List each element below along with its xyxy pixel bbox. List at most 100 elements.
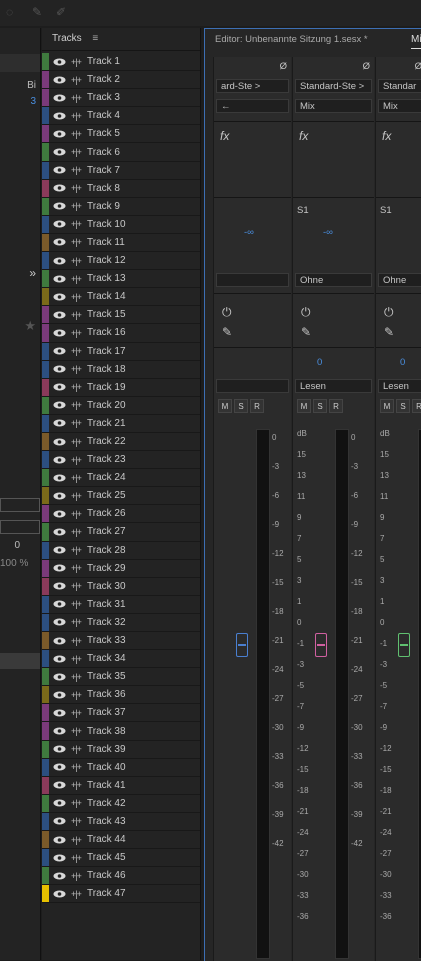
solo-button[interactable]: S (234, 399, 248, 413)
eye-icon[interactable] (53, 709, 66, 717)
track-row[interactable]: +|+ Track 44 (42, 831, 200, 850)
track-row[interactable]: +|+ Track 13 (42, 270, 200, 289)
solo-button[interactable]: S (396, 399, 410, 413)
output-dropdown[interactable]: Mix (378, 99, 421, 113)
hamburger-icon[interactable]: ≡ (92, 33, 98, 44)
left-panel-field[interactable] (0, 54, 40, 72)
track-row[interactable]: +|+ Track 16 (42, 324, 200, 343)
track-row[interactable]: +|+ Track 18 (42, 360, 200, 379)
track-row[interactable]: +|+ Track 41 (42, 776, 200, 795)
eye-icon[interactable] (53, 257, 66, 265)
track-row[interactable]: +|+ Track 30 (42, 577, 200, 596)
editor-tab-title[interactable]: Editor: Unbenannte Sitzung 1.sesx * (215, 34, 368, 45)
eye-icon[interactable] (53, 311, 66, 319)
eye-icon[interactable] (53, 546, 66, 554)
track-row[interactable]: +|+ Track 27 (42, 523, 200, 542)
pencil-icon[interactable]: ✎ (384, 325, 394, 339)
eye-icon[interactable] (53, 148, 66, 156)
eye-icon[interactable] (53, 456, 66, 464)
track-row[interactable]: +|+ Track 14 (42, 288, 200, 307)
track-row[interactable]: +|+ Track 40 (42, 758, 200, 777)
eye-icon[interactable] (53, 220, 66, 228)
eye-icon[interactable] (53, 202, 66, 210)
left-panel-selected-row[interactable] (0, 653, 40, 669)
track-row[interactable]: +|+ Track 20 (42, 396, 200, 415)
eye-icon[interactable] (53, 58, 66, 66)
track-row[interactable]: +|+ Track 4 (42, 107, 200, 126)
eye-icon[interactable] (53, 763, 66, 771)
track-row[interactable]: +|+ Track 32 (42, 613, 200, 632)
track-row[interactable]: +|+ Track 5 (42, 125, 200, 144)
record-arm-button[interactable]: R (412, 399, 421, 413)
track-row[interactable]: +|+ Track 22 (42, 432, 200, 452)
input-dropdown[interactable]: Standar (378, 79, 421, 93)
eye-icon[interactable] (53, 836, 66, 844)
input-dropdown[interactable]: Standard-Ste > (295, 79, 372, 93)
eye-icon[interactable] (53, 510, 66, 518)
tab-mixer[interactable]: Mi (411, 29, 421, 51)
eye-icon[interactable] (53, 781, 66, 789)
track-row[interactable]: +|+ Track 39 (42, 740, 200, 759)
output-dropdown[interactable]: ← (216, 99, 289, 113)
eye-icon[interactable] (53, 691, 66, 699)
track-row[interactable]: +|+ Track 26 (42, 505, 200, 524)
eye-icon[interactable] (53, 438, 66, 446)
send-route-dropdown[interactable]: Ohne (378, 273, 421, 287)
track-row[interactable]: +|+ Track 11 (42, 233, 200, 253)
eye-icon[interactable] (53, 492, 66, 500)
lasso-icon[interactable]: ◌ (6, 5, 20, 19)
phase-invert-icon[interactable]: Ø (280, 61, 287, 72)
solo-button[interactable]: S (313, 399, 327, 413)
eye-icon[interactable] (53, 528, 66, 536)
eye-icon[interactable] (53, 401, 66, 409)
eye-icon[interactable] (53, 600, 66, 608)
track-row[interactable]: +|+ Track 6 (42, 143, 200, 162)
track-row[interactable]: +|+ Track 2 (42, 71, 200, 90)
track-row[interactable]: +|+ Track 19 (42, 378, 200, 397)
track-row[interactable]: +|+ Track 29 (42, 559, 200, 578)
eye-icon[interactable] (53, 365, 66, 373)
eye-icon[interactable] (53, 872, 66, 880)
track-row[interactable]: +|+ Track 21 (42, 414, 200, 433)
eye-icon[interactable] (53, 184, 66, 192)
eye-icon[interactable] (53, 383, 66, 391)
pencil-icon[interactable]: ✎ (301, 325, 311, 339)
track-row[interactable]: +|+ Track 24 (42, 469, 200, 488)
track-row[interactable]: +|+ Track 8 (42, 179, 200, 198)
track-row[interactable]: +|+ Track 23 (42, 451, 200, 470)
track-row[interactable]: +|+ Track 10 (42, 215, 200, 234)
track-row[interactable]: +|+ Track 9 (42, 197, 200, 216)
eye-icon[interactable] (53, 166, 66, 174)
track-row[interactable]: +|+ Track 46 (42, 867, 200, 886)
eye-icon[interactable] (53, 854, 66, 862)
eye-icon[interactable] (53, 582, 66, 590)
eye-icon[interactable] (53, 637, 66, 645)
track-row[interactable]: +|+ Track 37 (42, 704, 200, 723)
expand-chevron-icon[interactable]: » (0, 266, 40, 280)
input-dropdown[interactable]: ard-Ste > (216, 79, 289, 93)
eye-icon[interactable] (53, 890, 66, 898)
track-row[interactable]: +|+ Track 7 (42, 161, 200, 180)
send-route-dropdown[interactable]: Ohne (295, 273, 372, 287)
eye-icon[interactable] (53, 564, 66, 572)
volume-fader[interactable] (236, 633, 248, 657)
track-row[interactable]: +|+ Track 38 (42, 722, 200, 741)
track-row[interactable]: +|+ Track 28 (42, 541, 200, 560)
track-row[interactable]: +|+ Track 3 (42, 89, 200, 108)
track-row[interactable]: +|+ Track 31 (42, 595, 200, 614)
phase-invert-icon[interactable]: Ø (415, 61, 421, 72)
star-icon[interactable]: ★ (0, 318, 40, 334)
eye-icon[interactable] (53, 76, 66, 84)
track-row[interactable]: +|+ Track 47 (42, 885, 200, 904)
track-row[interactable]: +|+ Track 25 (42, 487, 200, 506)
left-panel-slider-2[interactable] (0, 520, 40, 534)
eye-icon[interactable] (53, 419, 66, 427)
eye-icon[interactable] (53, 130, 66, 138)
eye-icon[interactable] (53, 329, 66, 337)
eye-icon[interactable] (53, 275, 66, 283)
eq-power-icon[interactable]: ⏻ (222, 305, 232, 320)
track-row[interactable]: +|+ Track 15 (42, 306, 200, 325)
eye-icon[interactable] (53, 799, 66, 807)
mute-button[interactable]: M (380, 399, 394, 413)
eye-icon[interactable] (53, 238, 66, 246)
